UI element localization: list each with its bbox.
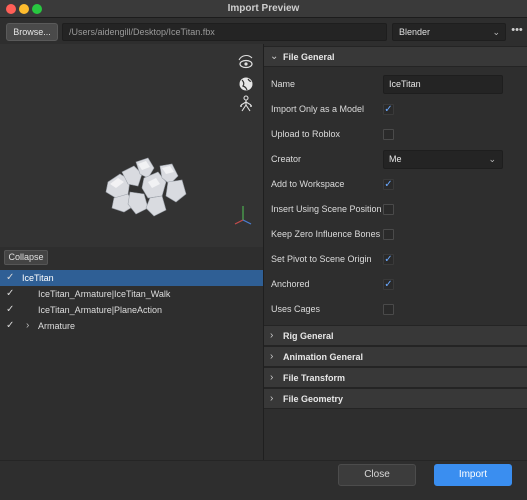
import-only-model-checkbox[interactable]: ✓ — [383, 104, 394, 115]
rig-icon[interactable] — [236, 94, 256, 114]
title-bar: Import Preview — [0, 0, 527, 18]
preset-value: Blender — [399, 27, 431, 37]
collapse-button[interactable]: Collapse — [4, 250, 48, 265]
prop-row-pivot-origin: Set Pivot to Scene Origin ✓ — [264, 246, 527, 271]
more-options-button[interactable]: ••• — [510, 23, 524, 41]
prop-row-zero-influence: Keep Zero Influence Bones — [264, 221, 527, 246]
creator-dropdown[interactable]: Me ⌄ — [383, 150, 503, 169]
scene-position-checkbox[interactable] — [383, 204, 394, 215]
prop-row-anchored: Anchored ✓ — [264, 271, 527, 296]
section-file-geometry[interactable]: › File Geometry — [264, 388, 527, 409]
anchored-checkbox[interactable]: ✓ — [383, 279, 394, 290]
globe-icon[interactable] — [236, 74, 256, 94]
prop-label: Creator — [271, 154, 302, 164]
prop-label: Anchored — [271, 279, 310, 289]
eye-orbit-icon[interactable] — [236, 54, 256, 74]
tree-item-label: Armature — [38, 321, 76, 331]
chevron-right-icon: › — [270, 372, 274, 383]
checkmark-icon[interactable]: ✓ — [6, 286, 14, 302]
import-button[interactable]: Import — [434, 464, 512, 486]
window-title: Import Preview — [227, 3, 300, 14]
chevron-right-icon: › — [270, 393, 274, 404]
section-label: Rig General — [283, 331, 334, 341]
zero-influence-checkbox[interactable] — [383, 229, 394, 240]
chevron-down-icon: ⌄ — [488, 154, 496, 164]
close-button[interactable]: Close — [338, 464, 416, 486]
section-label: File Transform — [283, 373, 346, 383]
viewport-toolbar — [236, 54, 258, 114]
checkmark-icon[interactable]: ✓ — [6, 318, 14, 334]
tree-item-label: IceTitan — [22, 273, 54, 283]
upload-roblox-checkbox[interactable] — [383, 129, 394, 140]
chevron-right-icon: › — [270, 351, 274, 362]
section-label: File General — [283, 52, 335, 62]
creator-value: Me — [389, 154, 402, 164]
checkmark-icon[interactable]: ✓ — [6, 302, 14, 318]
file-path-field[interactable]: /Users/aidengill/Desktop/IceTitan.fbx — [62, 23, 387, 41]
pivot-origin-checkbox[interactable]: ✓ — [383, 254, 394, 265]
prop-label: Set Pivot to Scene Origin — [271, 254, 372, 264]
chevron-right-icon[interactable]: › — [26, 318, 29, 334]
checkmark-icon[interactable]: ✓ — [6, 270, 14, 286]
prop-row-name: Name IceTitan — [264, 71, 527, 96]
chevron-down-icon: ⌄ — [492, 27, 500, 37]
prop-label: Insert Using Scene Position — [271, 204, 382, 214]
section-label: File Geometry — [283, 394, 344, 404]
prop-label: Name — [271, 79, 296, 89]
axis-gizmo-icon — [234, 206, 252, 225]
properties-panel: ⌄ File General Name IceTitan Import Only… — [264, 44, 527, 460]
prop-label: Keep Zero Influence Bones — [271, 229, 381, 239]
section-rig-general[interactable]: › Rig General — [264, 325, 527, 346]
prop-label: Import Only as a Model — [271, 104, 365, 114]
chevron-right-icon: › — [270, 330, 274, 341]
browse-button[interactable]: Browse... — [6, 23, 58, 41]
prop-row-import-only-model: Import Only as a Model ✓ — [264, 96, 527, 121]
model-viewport[interactable] — [0, 44, 263, 247]
model-preview — [105, 157, 187, 217]
tree-item-icetitan[interactable]: ✓ IceTitan — [0, 270, 263, 286]
section-file-general[interactable]: ⌄ File General — [264, 46, 527, 67]
preset-dropdown[interactable]: Blender ⌄ — [392, 23, 506, 41]
uses-cages-checkbox[interactable] — [383, 304, 394, 315]
prop-label: Uses Cages — [271, 304, 321, 314]
prop-row-upload-roblox: Upload to Roblox — [264, 121, 527, 146]
hierarchy-tree: ✓ IceTitan ✓ IceTitan_Armature|IceTitan_… — [0, 270, 263, 334]
prop-row-creator: Creator Me ⌄ — [264, 146, 527, 171]
chevron-down-icon: ⌄ — [270, 51, 279, 62]
tree-item-label: IceTitan_Armature|IceTitan_Walk — [38, 289, 171, 299]
add-workspace-checkbox[interactable]: ✓ — [383, 179, 394, 190]
tree-item-plane-action[interactable]: ✓ IceTitan_Armature|PlaneAction — [0, 302, 263, 318]
tree-item-armature[interactable]: ✓ › Armature — [0, 318, 263, 334]
prop-row-add-workspace: Add to Workspace ✓ — [264, 171, 527, 196]
prop-row-scene-position: Insert Using Scene Position — [264, 196, 527, 221]
section-label: Animation General — [283, 352, 364, 362]
prop-label: Upload to Roblox — [271, 129, 341, 139]
prop-row-uses-cages: Uses Cages — [264, 296, 527, 321]
section-file-transform[interactable]: › File Transform — [264, 367, 527, 388]
tree-item-label: IceTitan_Armature|PlaneAction — [38, 305, 163, 315]
section-animation-general[interactable]: › Animation General — [264, 346, 527, 367]
prop-label: Add to Workspace — [271, 179, 345, 189]
tree-item-walk-animation[interactable]: ✓ IceTitan_Armature|IceTitan_Walk — [0, 286, 263, 302]
name-input[interactable]: IceTitan — [383, 75, 503, 94]
